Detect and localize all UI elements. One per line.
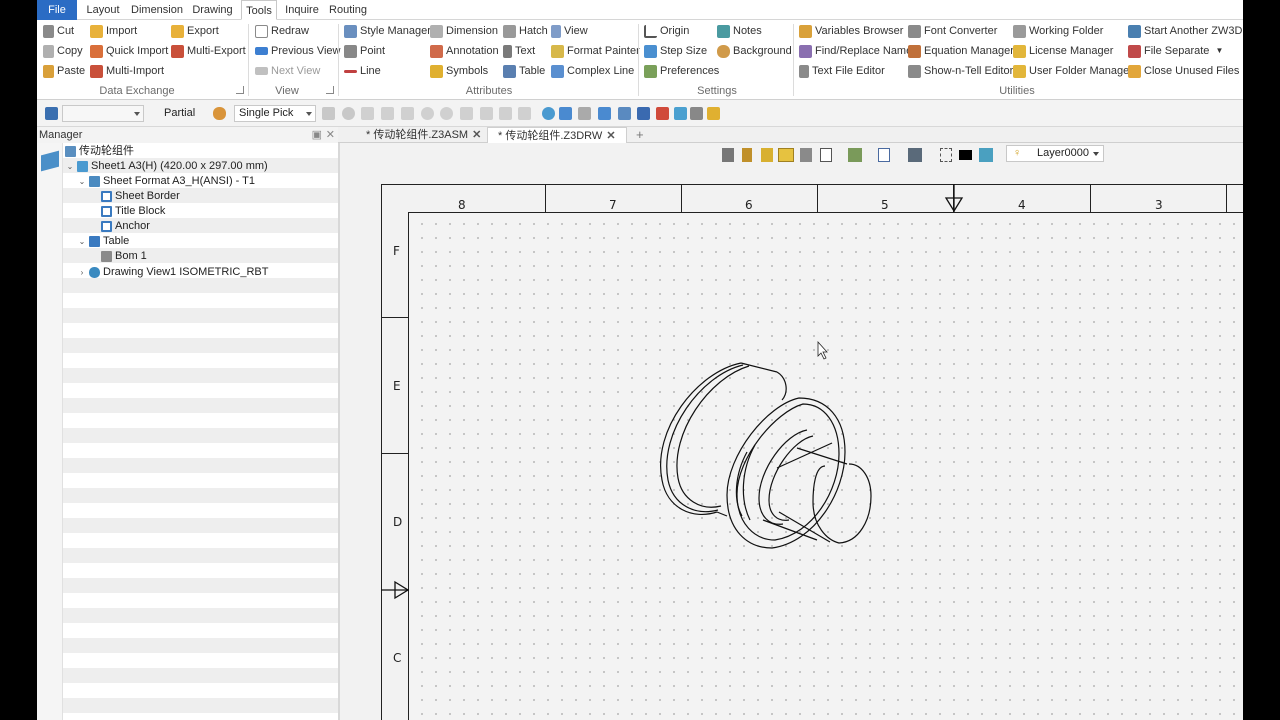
isometric-part-view[interactable] (660, 362, 872, 549)
center-mark-top-icon (944, 184, 964, 213)
drawing-overlay (381, 184, 964, 600)
center-mark-left-icon (381, 580, 410, 600)
zw3d-window: File Layout Dimension Drawing Tools Inqu… (37, 0, 1243, 720)
mouse-cursor-icon (817, 340, 828, 360)
